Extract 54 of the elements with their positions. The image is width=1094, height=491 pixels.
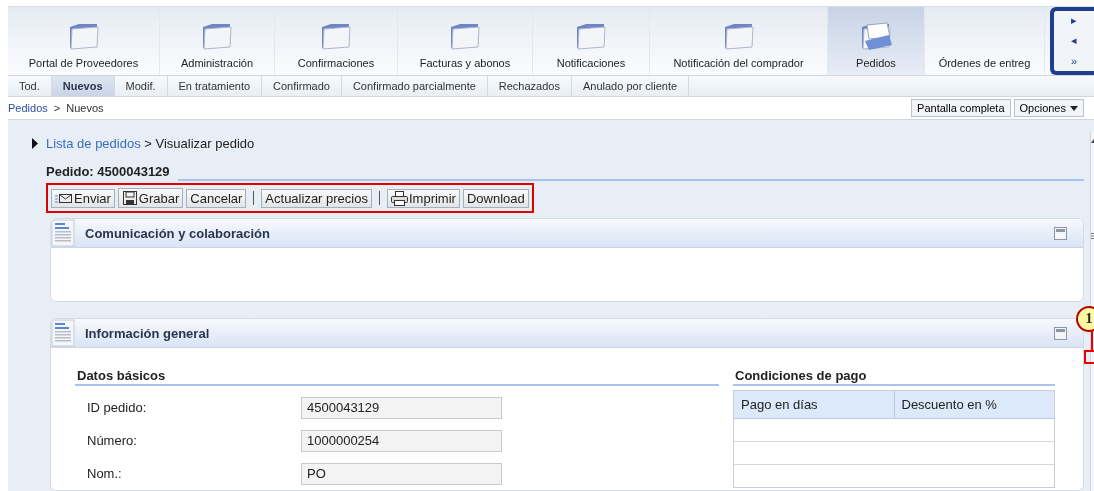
input-field[interactable]: 4500043129 [301,396,502,419]
filter-tab[interactable]: Confirmado parcialmente [341,75,488,96]
filter-tab[interactable]: Confirmado [262,75,342,96]
path-link[interactable]: Pedidos [8,102,48,114]
toolbar-button[interactable]: Download [462,188,529,208]
module-tab[interactable]: Notificaciones [533,7,650,75]
collapse-icon[interactable] [1054,326,1067,340]
field-label: Nom.: [87,466,123,481]
module-tab[interactable]: Pedidos [828,7,925,75]
filter-tab[interactable]: En tratamiento [167,75,263,96]
module-tab[interactable]: Administración [160,7,275,75]
section-heading: Condiciones de pago [733,368,1055,386]
printer-icon [390,190,408,206]
field-label: ID pedido: [87,400,148,415]
module-tab[interactable]: Órdenes de entreg [925,7,1045,75]
module-tab[interactable]: Notificación del comprador [650,7,828,75]
panel-title: Información general [85,325,211,341]
toolbar-button[interactable]: Actualizar precios [261,188,372,208]
callout-leader-line [1091,330,1093,352]
caret-icon [1070,105,1078,111]
documents-folder-icon [859,20,893,51]
breadcrumb-current: > Visualizar pedido [144,136,255,151]
toolbar-button[interactable]: Cancelar [186,188,247,208]
filter-tab[interactable]: Rechazados [487,75,572,96]
filter-tab[interactable]: Modif. [114,75,168,96]
field-label: Número: [87,433,138,448]
callout-marker: 1 [1076,306,1094,332]
expand-arrow-icon[interactable] [32,138,38,149]
module-tab[interactable]: Facturas y abonos [398,7,533,75]
column-header: Pago en días [740,396,819,414]
order-title: Pedido: 4500043129 [46,164,178,181]
tab-scroll-button[interactable]: ◂ [1054,30,1094,51]
toolbar-button[interactable]: Imprimir [386,188,460,208]
toolbar-button[interactable]: Grabar [117,188,184,208]
filter-tab[interactable]: Nuevos [51,75,115,96]
collapse-icon[interactable] [1054,226,1067,240]
input-field[interactable]: PO [301,462,502,485]
filter-tab[interactable]: Anulado por cliente [571,75,690,96]
fullscreen-button[interactable]: Pantalla completa [911,99,1011,117]
path-current: Nuevos [66,102,104,114]
tab-scroll-button[interactable]: ▸ [1054,11,1094,31]
toolbar-button[interactable]: Enviar [51,188,115,208]
column-header: Descuento en % [893,391,1054,418]
input-field[interactable]: 1000000254 [301,429,502,452]
filter-tab[interactable]: Tod. [8,75,52,96]
module-tab[interactable]: Confirmaciones [275,7,398,75]
path-separator: > [53,102,61,114]
breadcrumb-link[interactable]: Lista de pedidos [46,136,141,151]
section-heading: Datos básicos [75,368,719,386]
module-tab[interactable]: Portal de Proveedores [8,7,160,75]
options-menu-button[interactable]: Opciones [1013,99,1084,117]
envelope-icon [55,192,73,204]
panel-title: Comunicación y colaboración [85,225,271,241]
tab-scroll-button[interactable]: » [1054,50,1094,71]
